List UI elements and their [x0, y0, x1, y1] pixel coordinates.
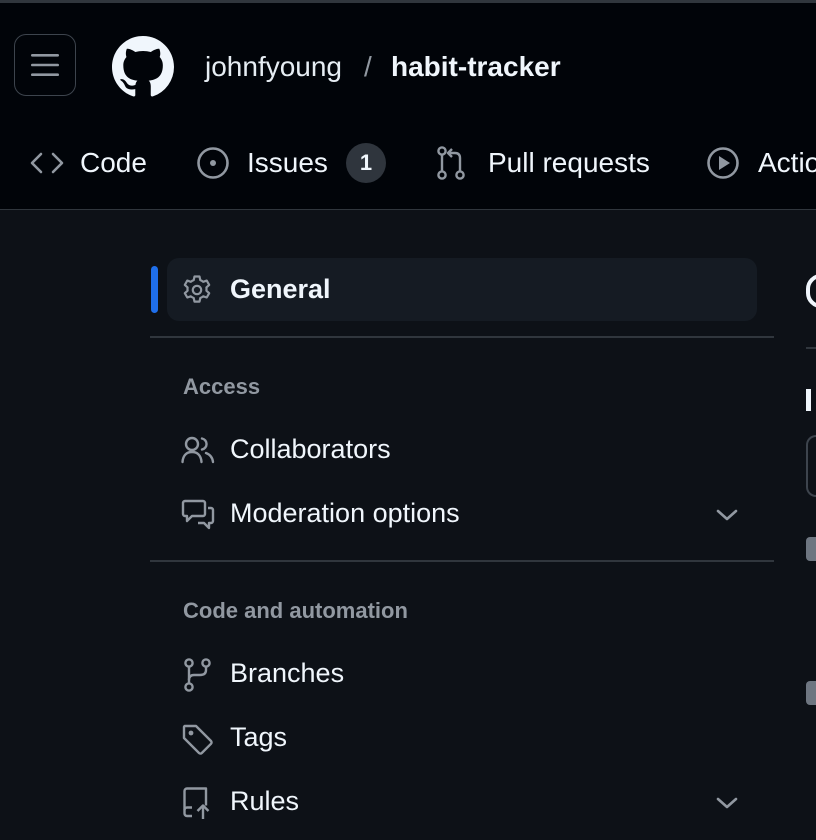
sidebar-item-moderation-options-label: Moderation options	[230, 498, 460, 528]
issue-opened-icon	[197, 147, 229, 179]
sidebar-divider	[150, 336, 774, 338]
repo-name-input[interactable]	[806, 435, 816, 497]
page-heading-fragment	[806, 274, 816, 314]
repo-push-icon	[183, 787, 210, 819]
selected-indicator	[151, 266, 158, 313]
sidebar-item-rules[interactable]: Rules	[167, 778, 757, 828]
breadcrumb-separator: /	[364, 51, 372, 82]
sidebar-item-general[interactable]: General	[167, 258, 757, 321]
sidebar-item-branches-label: Branches	[230, 658, 345, 688]
people-icon	[181, 436, 215, 464]
code-icon	[30, 152, 64, 174]
issues-count-badge: 1	[345, 143, 386, 183]
sidebar-item-branches[interactable]: Branches	[167, 650, 757, 700]
tab-issues-label: Issues	[247, 147, 328, 178]
tab-code-label: Code	[80, 147, 147, 178]
tab-actions[interactable]: Actio	[706, 141, 816, 185]
repo-header: johnfyoung / habit-tracker Code Issues 1…	[0, 3, 816, 210]
tab-pull-requests-label: Pull requests	[488, 147, 650, 178]
menu-button[interactable]	[14, 34, 76, 96]
play-icon	[707, 147, 739, 179]
tab-code[interactable]: Code	[30, 141, 147, 185]
section-heading-access: Access	[183, 374, 261, 399]
repo-link[interactable]: habit-tracker	[391, 49, 561, 85]
checkbox[interactable]	[806, 681, 816, 705]
sidebar-item-general-label: General	[230, 274, 331, 304]
chevron-down-icon[interactable]	[715, 795, 739, 811]
tab-issues[interactable]: Issues 1	[196, 141, 386, 185]
tag-icon	[182, 724, 213, 755]
field-label-fragment	[806, 389, 816, 411]
chevron-down-icon[interactable]	[715, 507, 739, 523]
three-bars-icon	[31, 54, 59, 76]
git-pull-request-icon	[437, 146, 465, 180]
tab-pull-requests[interactable]: Pull requests	[436, 141, 650, 185]
sidebar-item-collaborators[interactable]: Collaborators	[167, 426, 757, 476]
sidebar-item-collaborators-label: Collaborators	[230, 434, 391, 464]
content-divider	[806, 347, 816, 349]
checkbox[interactable]	[806, 537, 816, 561]
owner-link[interactable]: johnfyoung	[205, 49, 342, 85]
github-mark-icon[interactable]	[112, 36, 174, 98]
comment-discussion-icon	[181, 499, 215, 530]
sidebar-divider	[150, 560, 774, 562]
sidebar-item-tags[interactable]: Tags	[167, 714, 757, 764]
sidebar-item-tags-label: Tags	[230, 722, 288, 752]
tab-actions-label: Actio	[758, 147, 816, 178]
sidebar-item-moderation-options[interactable]: Moderation options	[167, 490, 757, 540]
git-branch-icon	[184, 658, 211, 692]
sidebar-item-rules-label: Rules	[230, 786, 300, 816]
gear-icon	[183, 275, 211, 303]
section-heading-code-and-automation: Code and automation	[183, 598, 408, 623]
